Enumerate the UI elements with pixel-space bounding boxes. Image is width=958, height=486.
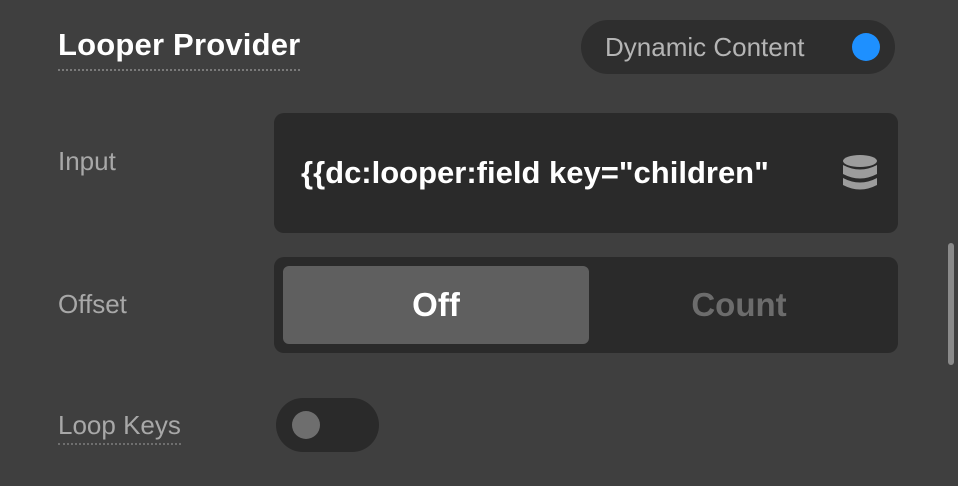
input-field[interactable]: {{dc:looper:field key="children" bbox=[274, 113, 898, 233]
input-value: {{dc:looper:field key="children" bbox=[301, 155, 769, 190]
dynamic-content-indicator bbox=[852, 33, 880, 61]
loop-keys-label: Loop Keys bbox=[58, 410, 181, 445]
scrollbar-thumb[interactable] bbox=[948, 243, 954, 365]
offset-option-off[interactable]: Off bbox=[283, 266, 589, 344]
input-label: Input bbox=[58, 146, 116, 176]
dynamic-content-toggle[interactable]: Dynamic Content bbox=[581, 20, 895, 74]
offset-label: Offset bbox=[58, 289, 127, 319]
offset-option-count[interactable]: Count bbox=[589, 266, 889, 344]
loop-keys-toggle-knob bbox=[292, 411, 320, 439]
section-title: Looper Provider bbox=[58, 27, 301, 71]
offset-segmented-control: Off Count bbox=[274, 257, 898, 353]
dynamic-content-label: Dynamic Content bbox=[605, 32, 805, 62]
database-icon[interactable] bbox=[842, 154, 878, 192]
loop-keys-toggle[interactable] bbox=[276, 398, 379, 452]
